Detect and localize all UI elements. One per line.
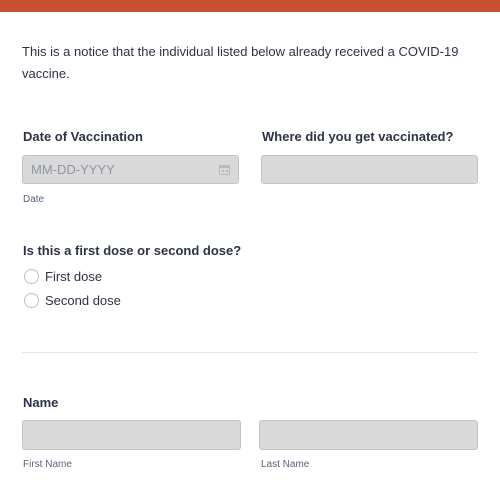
- top-accent-bar: [0, 0, 500, 12]
- first-dose-label: First dose: [45, 269, 103, 284]
- calendar-icon[interactable]: [219, 165, 230, 175]
- dose-option-first[interactable]: First dose: [24, 269, 102, 284]
- vaccination-place-label: Where did you get vaccinated?: [262, 129, 454, 144]
- date-of-vaccination-label: Date of Vaccination: [23, 129, 143, 144]
- last-name-sublabel: Last Name: [261, 459, 310, 470]
- first-name-input[interactable]: [23, 421, 240, 449]
- section-divider: [22, 352, 478, 353]
- dose-option-second[interactable]: Second dose: [24, 293, 121, 308]
- date-input[interactable]: [23, 156, 238, 183]
- vaccination-place-input[interactable]: [262, 156, 477, 183]
- name-label: Name: [23, 395, 59, 410]
- dose-question-label: Is this a first dose or second dose?: [23, 243, 242, 258]
- notice-text: This is a notice that the individual lis…: [22, 44, 459, 81]
- second-dose-radio[interactable]: [24, 293, 39, 308]
- last-name-field[interactable]: [259, 420, 478, 450]
- vaccination-place-field[interactable]: [261, 155, 478, 184]
- second-dose-label: Second dose: [45, 293, 121, 308]
- date-of-vaccination-field[interactable]: [22, 155, 239, 184]
- date-sublabel: Date: [23, 194, 45, 205]
- first-name-sublabel: First Name: [23, 459, 72, 470]
- first-dose-radio[interactable]: [24, 269, 39, 284]
- last-name-input[interactable]: [260, 421, 477, 449]
- first-name-field[interactable]: [22, 420, 241, 450]
